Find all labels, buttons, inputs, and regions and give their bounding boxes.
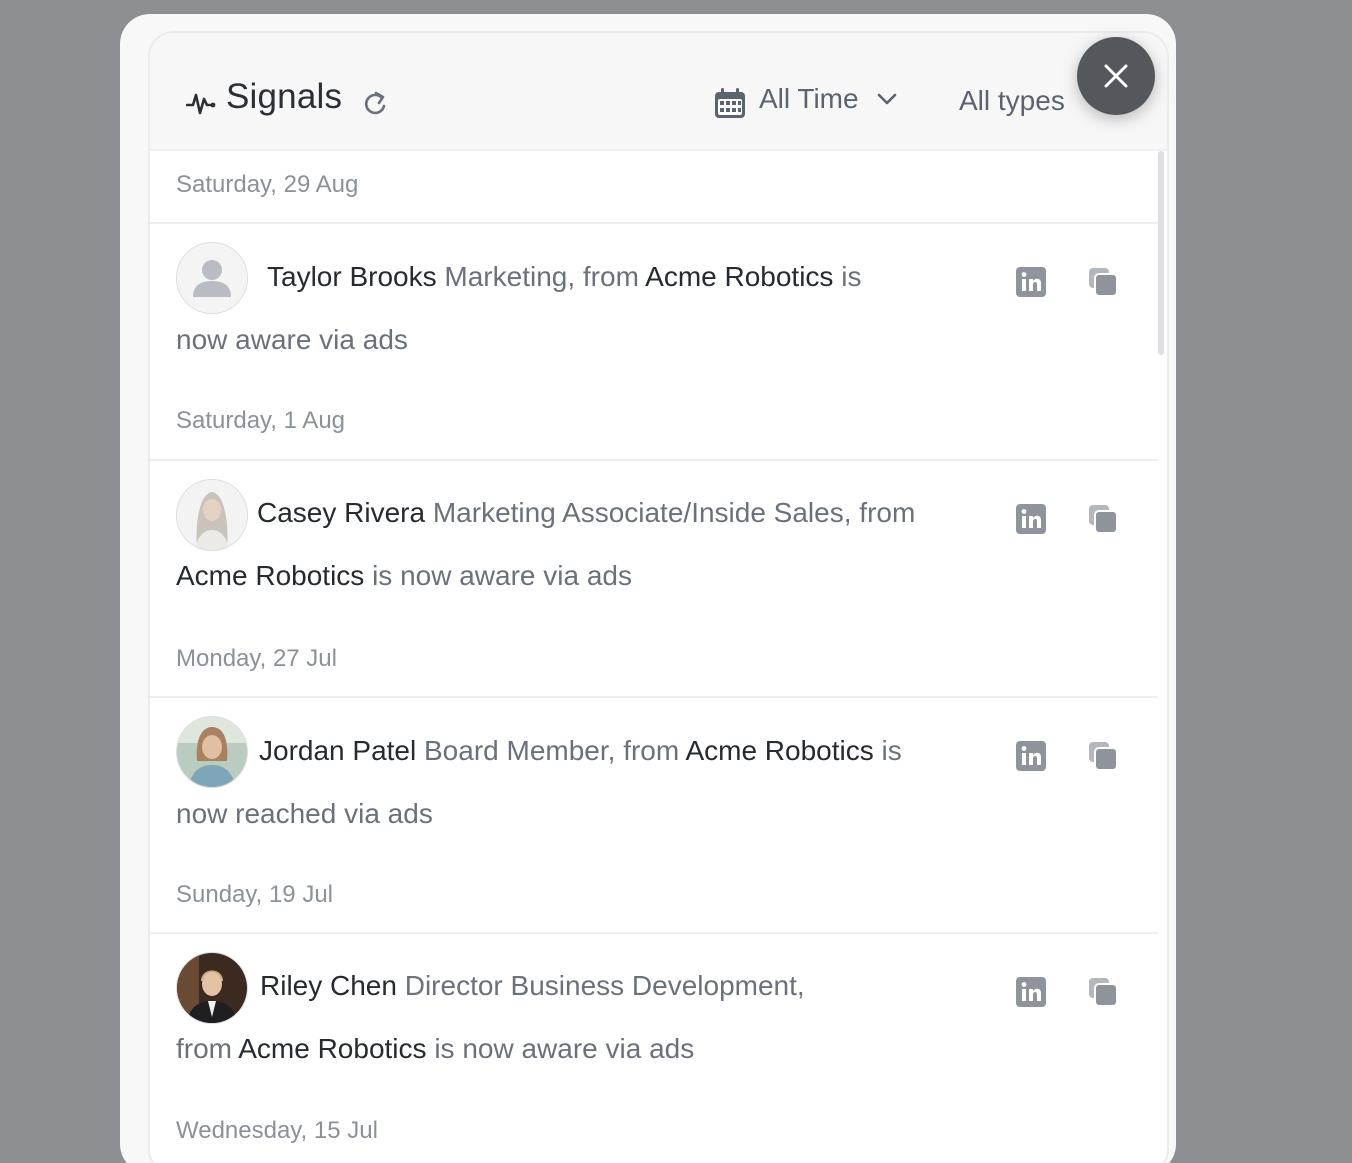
- company-name[interactable]: Acme Robotics: [685, 735, 873, 766]
- signal-status: now aware via ads: [176, 324, 408, 355]
- divider: [150, 222, 1158, 224]
- copy-icon: [1089, 742, 1118, 771]
- linkedin-button[interactable]: [1015, 976, 1047, 1008]
- signal-status: is: [881, 735, 902, 766]
- signal-status: is: [841, 261, 862, 292]
- date-heading: Wednesday, 15 Jul: [176, 1117, 378, 1144]
- signals-header: Signals All Time All types: [150, 33, 1167, 151]
- linkedin-icon: [1016, 267, 1046, 297]
- linkedin-button[interactable]: [1015, 266, 1047, 298]
- person-name[interactable]: Riley Chen: [260, 970, 397, 1001]
- linkedin-icon: [1016, 977, 1046, 1007]
- copy-icon: [1089, 268, 1118, 297]
- page-title: Signals: [226, 77, 343, 116]
- chevron-down-icon: [877, 93, 897, 105]
- person-role: from: [176, 1033, 232, 1064]
- date-range-label: All Time: [759, 83, 859, 114]
- linkedin-icon: [1016, 504, 1046, 534]
- copy-button[interactable]: [1087, 740, 1119, 772]
- pulse-icon: [186, 93, 216, 115]
- signal-status: is now aware via ads: [372, 560, 632, 591]
- copy-icon: [1089, 505, 1118, 534]
- person-name[interactable]: Taylor Brooks: [267, 261, 437, 292]
- person-role: Director Business Development,: [404, 970, 805, 1001]
- person-name[interactable]: Jordan Patel: [259, 735, 416, 766]
- date-heading: Saturday, 29 Aug: [176, 171, 359, 198]
- divider: [150, 696, 1158, 698]
- signal-message: Riley Chen Director Business Development…: [176, 954, 976, 1080]
- signal-status: is now aware via ads: [434, 1033, 695, 1064]
- copy-button[interactable]: [1087, 976, 1119, 1008]
- close-icon: [1104, 64, 1128, 88]
- copy-button[interactable]: [1087, 266, 1119, 298]
- signal-message: Casey Rivera Marketing Associate/Inside …: [176, 481, 976, 607]
- date-heading: Sunday, 19 Jul: [176, 881, 333, 908]
- date-heading: Monday, 27 Jul: [176, 645, 337, 672]
- company-name[interactable]: Acme Robotics: [645, 261, 833, 292]
- company-name[interactable]: Acme Robotics: [238, 1033, 426, 1064]
- divider: [150, 459, 1158, 461]
- signal-status: now reached via ads: [176, 798, 433, 829]
- person-role: Board Member, from: [424, 735, 680, 766]
- type-filter-dropdown[interactable]: All types: [959, 85, 1065, 117]
- linkedin-button[interactable]: [1015, 740, 1047, 772]
- refresh-icon[interactable]: [362, 89, 388, 117]
- linkedin-icon: [1016, 741, 1046, 771]
- signal-message: Jordan Patel Board Member, from Acme Rob…: [176, 719, 976, 845]
- close-button[interactable]: [1077, 37, 1155, 115]
- person-role: Marketing, from: [444, 261, 639, 292]
- signals-panel: Signals All Time All types Saturday, 29 …: [148, 31, 1169, 1163]
- calendar-icon: [715, 88, 745, 118]
- person-name[interactable]: Casey Rivera: [257, 497, 425, 528]
- scrollbar[interactable]: [1158, 151, 1164, 355]
- signal-message: Taylor Brooks Marketing, from Acme Robot…: [176, 245, 976, 371]
- date-heading: Saturday, 1 Aug: [176, 407, 346, 434]
- linkedin-button[interactable]: [1015, 503, 1047, 535]
- divider: [150, 932, 1158, 934]
- copy-icon: [1089, 978, 1118, 1007]
- person-role: Marketing Associate/Inside Sales, from: [432, 497, 916, 528]
- company-name[interactable]: Acme Robotics: [176, 560, 364, 591]
- copy-button[interactable]: [1087, 503, 1119, 535]
